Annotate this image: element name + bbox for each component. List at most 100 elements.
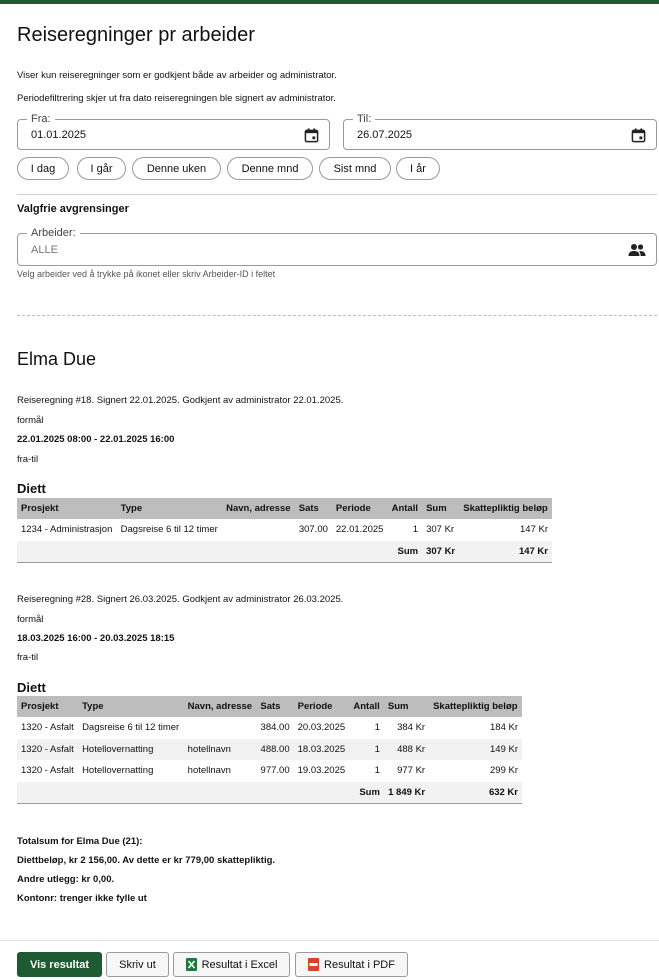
divider <box>17 194 657 195</box>
table-row: 1234 - Administrasjon Dagsreise 6 til 12… <box>17 519 552 541</box>
people-icon[interactable] <box>628 243 646 262</box>
optional-filters-heading: Valgfrie avgrensinger <box>17 203 129 215</box>
column-header: Navn, adresse <box>183 696 257 717</box>
worker-input[interactable]: ALLE <box>31 244 58 256</box>
table-row: 1320 - Asfalt Hotellovernatting hotellna… <box>17 738 522 760</box>
column-header: Type <box>78 696 184 717</box>
cell-taxable: 184 Kr <box>490 722 518 734</box>
excel-file-icon <box>185 958 197 971</box>
claim-period: 18.03.2025 16:00 - 20.03.2025 18:15 <box>17 633 175 644</box>
info-text-approved: Viser kun reiseregninger som er godkjent… <box>17 70 337 81</box>
claim-route: fra-til <box>17 454 39 465</box>
calendar-icon[interactable] <box>631 128 646 148</box>
quick-this-week-button[interactable]: Denne uken <box>132 157 221 180</box>
cell-count: 1 <box>412 524 419 536</box>
worker-name: Elma Due <box>17 349 97 369</box>
totals-account-number: Kontonr: trenger ikke fylle ut <box>17 893 147 904</box>
column-header: Type <box>116 498 223 519</box>
column-header: Periode <box>293 696 350 717</box>
from-date-value: 01.01.2025 <box>31 129 87 141</box>
sum-value: 307 Kr <box>422 540 460 563</box>
cell-name-address <box>222 519 295 541</box>
show-result-button[interactable]: Vis resultat <box>17 952 102 977</box>
cell-period: 20.03.2025 <box>297 722 346 734</box>
claim-header: Reiseregning #18. Signert 22.01.2025. Go… <box>17 395 344 406</box>
totals-heading: Totalsum for Elma Due (21): <box>17 836 143 847</box>
table-row: 1320 - Asfalt Hotellovernatting hotellna… <box>17 760 522 782</box>
cell-name-address: hotellnavn <box>187 765 231 777</box>
to-date-label: Til: <box>353 113 376 125</box>
pdf-export-label: Resultat i PDF <box>324 958 395 971</box>
to-date-field[interactable]: Til: 26.07.2025 <box>343 113 657 150</box>
cell-rate: 307.00 <box>298 524 328 536</box>
totals-allowance: Diettbeløp, kr 2 156,00. Av dette er kr … <box>17 855 276 866</box>
cell-type: Hotellovernatting <box>82 765 154 777</box>
cell-sum: 384 Kr <box>397 722 426 734</box>
allowance-section-title: Diett <box>17 680 46 695</box>
worker-label: Arbeider: <box>27 227 80 239</box>
section-divider <box>17 315 657 316</box>
cell-taxable: 299 Kr <box>490 765 518 777</box>
totals-other-expenses: Andre utlegg: kr 0,00. <box>17 874 115 885</box>
cell-sum: 488 Kr <box>383 738 430 760</box>
excel-export-button[interactable]: Resultat i Excel <box>173 952 290 977</box>
quick-this-year-button[interactable]: I år <box>396 157 440 180</box>
cell-count: 1 <box>349 738 384 760</box>
allowance-table: Prosjekt Type Navn, adresse Sats Periode… <box>17 696 522 804</box>
worker-field[interactable]: Arbeider: ALLE <box>17 227 657 266</box>
quick-this-month-button[interactable]: Denne mnd <box>227 157 313 180</box>
table-sum-row: Sum 1 849 Kr 632 Kr <box>17 781 522 804</box>
info-text-period: Periodefiltrering skjer ut fra dato reis… <box>17 93 336 104</box>
cell-type: Hotellovernatting <box>78 738 184 760</box>
claim-route: fra-til <box>17 652 39 663</box>
claim-purpose: formål <box>17 614 44 625</box>
from-date-field[interactable]: Fra: 01.01.2025 <box>17 113 330 150</box>
cell-taxable: 149 Kr <box>429 738 522 760</box>
column-header: Sats <box>294 498 332 519</box>
column-header: Antall <box>387 498 423 519</box>
cell-period: 19.03.2025 <box>297 765 346 777</box>
cell-taxable: 147 Kr <box>520 524 548 536</box>
cell-type: Dagsreise 6 til 12 timer <box>82 722 180 734</box>
column-header: Sum <box>383 696 430 717</box>
cell-period: 18.03.2025 <box>293 738 350 760</box>
pdf-file-icon <box>308 958 320 971</box>
cell-sum: 977 Kr <box>397 765 426 777</box>
cell-sum: 307 Kr <box>426 524 455 536</box>
sum-label: Sum <box>349 781 384 804</box>
pdf-export-button[interactable]: Resultat i PDF <box>295 952 408 977</box>
cell-rate: 488.00 <box>256 738 294 760</box>
column-header: Sats <box>256 696 294 717</box>
cell-period: 22.01.2025 <box>335 524 384 536</box>
cell-count: 1 <box>374 765 380 777</box>
cell-type: Dagsreise 6 til 12 timer <box>120 524 218 536</box>
column-header: Periode <box>331 498 388 519</box>
table-header-row: Prosjekt Type Navn, adresse Sats Periode… <box>17 498 552 519</box>
cell-name-address <box>184 717 257 739</box>
quick-today-button[interactable]: I dag <box>17 157 69 180</box>
quick-last-month-button[interactable]: Sist mnd <box>319 157 391 180</box>
table-row: 1320 - Asfalt Dagsreise 6 til 12 timer 3… <box>17 717 522 739</box>
cell-rate: 384.00 <box>260 722 290 734</box>
from-date-label: Fra: <box>27 113 55 125</box>
excel-export-label: Resultat i Excel <box>201 958 278 971</box>
cell-project: 1320 - Asfalt <box>21 722 74 734</box>
page-title: Reiseregninger pr arbeider <box>17 24 255 46</box>
cell-project: 1234 - Administrasjon <box>21 524 113 536</box>
allowance-section-title: Diett <box>17 481 46 496</box>
print-button[interactable]: Skriv ut <box>106 952 169 977</box>
cell-project: 1320 - Asfalt <box>17 738 79 760</box>
quick-yesterday-button[interactable]: I går <box>77 157 126 180</box>
table-sum-row: Sum 307 Kr 147 Kr <box>17 540 552 563</box>
to-date-value: 26.07.2025 <box>357 129 413 141</box>
cell-rate: 977.00 <box>260 765 290 777</box>
table-header-row: Prosjekt Type Navn, adresse Sats Periode… <box>17 696 522 717</box>
calendar-icon[interactable] <box>304 128 319 148</box>
column-header: Navn, adresse <box>222 498 295 519</box>
column-header: Prosjekt <box>17 696 79 717</box>
sum-taxable: 147 Kr <box>459 540 552 563</box>
sum-taxable: 632 Kr <box>429 781 522 804</box>
allowance-table: Prosjekt Type Navn, adresse Sats Periode… <box>17 498 552 563</box>
claim-purpose: formål <box>17 415 44 426</box>
top-accent-bar <box>0 0 659 4</box>
